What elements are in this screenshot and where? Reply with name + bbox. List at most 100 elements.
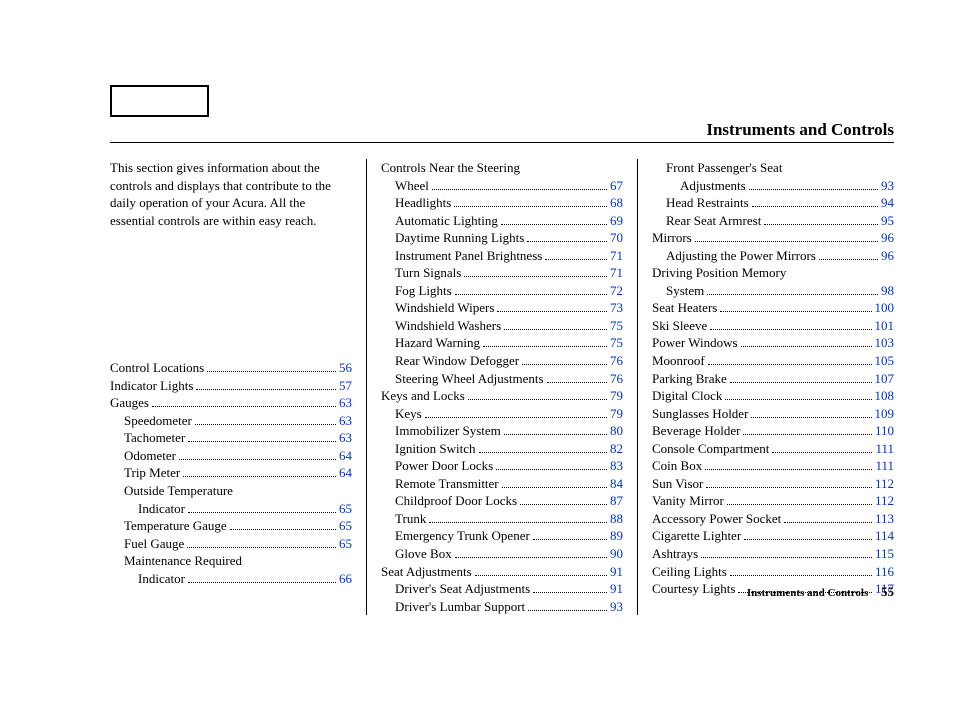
- toc-entry[interactable]: Windshield Wipers73: [381, 299, 623, 317]
- toc-entry[interactable]: Remote Transmitter84: [381, 475, 623, 493]
- toc-entry[interactable]: Power Door Locks83: [381, 457, 623, 475]
- toc-entry[interactable]: Driver's Seat Adjustments91: [381, 580, 623, 598]
- toc-entry[interactable]: Trip Meter64: [110, 464, 352, 482]
- toc-entry-page[interactable]: 115: [875, 545, 894, 563]
- toc-entry[interactable]: Accessory Power Socket113: [652, 510, 894, 528]
- toc-entry-page[interactable]: 66: [339, 570, 352, 588]
- toc-entry[interactable]: Wheel67: [381, 177, 623, 195]
- toc-entry-page[interactable]: 72: [610, 282, 623, 300]
- toc-entry-page[interactable]: 110: [875, 422, 894, 440]
- toc-entry-page[interactable]: 111: [875, 440, 894, 458]
- toc-entry[interactable]: System98: [652, 282, 894, 300]
- toc-entry[interactable]: Glove Box90: [381, 545, 623, 563]
- toc-entry[interactable]: Odometer64: [110, 447, 352, 465]
- toc-entry-page[interactable]: 75: [610, 334, 623, 352]
- toc-entry[interactable]: Automatic Lighting69: [381, 212, 623, 230]
- toc-entry-page[interactable]: 93: [881, 177, 894, 195]
- toc-entry-page[interactable]: 96: [881, 229, 894, 247]
- toc-entry[interactable]: Emergency Trunk Opener89: [381, 527, 623, 545]
- toc-entry-page[interactable]: 98: [881, 282, 894, 300]
- toc-entry[interactable]: Windshield Washers75: [381, 317, 623, 335]
- toc-entry[interactable]: Mirrors96: [652, 229, 894, 247]
- toc-entry-page[interactable]: 71: [610, 264, 623, 282]
- toc-entry-page[interactable]: 64: [339, 447, 352, 465]
- toc-entry[interactable]: Instrument Panel Brightness71: [381, 247, 623, 265]
- toc-entry[interactable]: Headlights68: [381, 194, 623, 212]
- toc-entry-page[interactable]: 112: [875, 492, 894, 510]
- toc-entry-page[interactable]: 113: [875, 510, 894, 528]
- toc-entry[interactable]: Adjustments93: [652, 177, 894, 195]
- toc-entry[interactable]: Adjusting the Power Mirrors96: [652, 247, 894, 265]
- toc-entry[interactable]: Ignition Switch82: [381, 440, 623, 458]
- toc-entry-page[interactable]: 96: [881, 247, 894, 265]
- toc-entry[interactable]: Parking Brake107: [652, 370, 894, 388]
- toc-entry-page[interactable]: 90: [610, 545, 623, 563]
- toc-entry-page[interactable]: 93: [610, 598, 623, 616]
- toc-entry-page[interactable]: 69: [610, 212, 623, 230]
- toc-entry[interactable]: Indicator65: [110, 500, 352, 518]
- toc-entry[interactable]: Ski Sleeve101: [652, 317, 894, 335]
- toc-entry-page[interactable]: 75: [610, 317, 623, 335]
- toc-entry[interactable]: Cigarette Lighter114: [652, 527, 894, 545]
- toc-entry-page[interactable]: 84: [610, 475, 623, 493]
- toc-entry[interactable]: Turn Signals71: [381, 264, 623, 282]
- toc-entry-page[interactable]: 94: [881, 194, 894, 212]
- toc-entry[interactable]: Keys and Locks79: [381, 387, 623, 405]
- toc-entry-page[interactable]: 63: [339, 394, 352, 412]
- toc-entry[interactable]: Console Compartment111: [652, 440, 894, 458]
- toc-entry[interactable]: Indicator Lights57: [110, 377, 352, 395]
- toc-entry-page[interactable]: 111: [875, 457, 894, 475]
- toc-entry-page[interactable]: 109: [875, 405, 895, 423]
- toc-entry-page[interactable]: 80: [610, 422, 623, 440]
- toc-entry-page[interactable]: 91: [610, 580, 623, 598]
- toc-entry-page[interactable]: 107: [875, 370, 895, 388]
- toc-entry[interactable]: Ashtrays115: [652, 545, 894, 563]
- toc-entry-page[interactable]: 108: [875, 387, 895, 405]
- toc-entry-page[interactable]: 95: [881, 212, 894, 230]
- toc-entry-page[interactable]: 91: [610, 563, 623, 581]
- toc-entry-page[interactable]: 71: [610, 247, 623, 265]
- toc-entry-page[interactable]: 67: [610, 177, 623, 195]
- toc-entry-page[interactable]: 103: [875, 334, 895, 352]
- toc-entry[interactable]: Coin Box111: [652, 457, 894, 475]
- toc-entry[interactable]: Head Restraints94: [652, 194, 894, 212]
- toc-entry-page[interactable]: 87: [610, 492, 623, 510]
- toc-entry[interactable]: Control Locations56: [110, 359, 352, 377]
- toc-entry[interactable]: Moonroof105: [652, 352, 894, 370]
- toc-entry[interactable]: Vanity Mirror112: [652, 492, 894, 510]
- toc-entry-page[interactable]: 70: [610, 229, 623, 247]
- toc-entry-page[interactable]: 73: [610, 299, 623, 317]
- toc-entry[interactable]: Temperature Gauge65: [110, 517, 352, 535]
- toc-entry-page[interactable]: 64: [339, 464, 352, 482]
- toc-entry[interactable]: Beverage Holder110: [652, 422, 894, 440]
- toc-entry-page[interactable]: 76: [610, 370, 623, 388]
- toc-entry[interactable]: Trunk88: [381, 510, 623, 528]
- toc-entry-page[interactable]: 79: [610, 387, 623, 405]
- toc-entry-page[interactable]: 63: [339, 429, 352, 447]
- toc-entry[interactable]: Ceiling Lights116: [652, 563, 894, 581]
- toc-entry[interactable]: Childproof Door Locks87: [381, 492, 623, 510]
- toc-entry[interactable]: Steering Wheel Adjustments76: [381, 370, 623, 388]
- toc-entry-page[interactable]: 82: [610, 440, 623, 458]
- toc-entry-page[interactable]: 89: [610, 527, 623, 545]
- toc-entry-page[interactable]: 114: [875, 527, 894, 545]
- toc-entry[interactable]: Speedometer63: [110, 412, 352, 430]
- toc-entry[interactable]: Seat Adjustments91: [381, 563, 623, 581]
- toc-entry[interactable]: Rear Window Defogger76: [381, 352, 623, 370]
- toc-entry[interactable]: Fog Lights72: [381, 282, 623, 300]
- toc-entry[interactable]: Hazard Warning75: [381, 334, 623, 352]
- toc-entry-page[interactable]: 65: [339, 500, 352, 518]
- toc-entry-page[interactable]: 76: [610, 352, 623, 370]
- toc-entry-page[interactable]: 56: [339, 359, 352, 377]
- toc-entry[interactable]: Driver's Lumbar Support93: [381, 598, 623, 616]
- toc-entry-page[interactable]: 83: [610, 457, 623, 475]
- toc-entry-page[interactable]: 63: [339, 412, 352, 430]
- toc-entry[interactable]: Daytime Running Lights70: [381, 229, 623, 247]
- toc-entry-page[interactable]: 101: [875, 317, 895, 335]
- toc-entry-page[interactable]: 79: [610, 405, 623, 423]
- toc-entry[interactable]: Sun Visor112: [652, 475, 894, 493]
- toc-entry-page[interactable]: 68: [610, 194, 623, 212]
- toc-entry[interactable]: Immobilizer System80: [381, 422, 623, 440]
- toc-entry-page[interactable]: 57: [339, 377, 352, 395]
- toc-entry[interactable]: Power Windows103: [652, 334, 894, 352]
